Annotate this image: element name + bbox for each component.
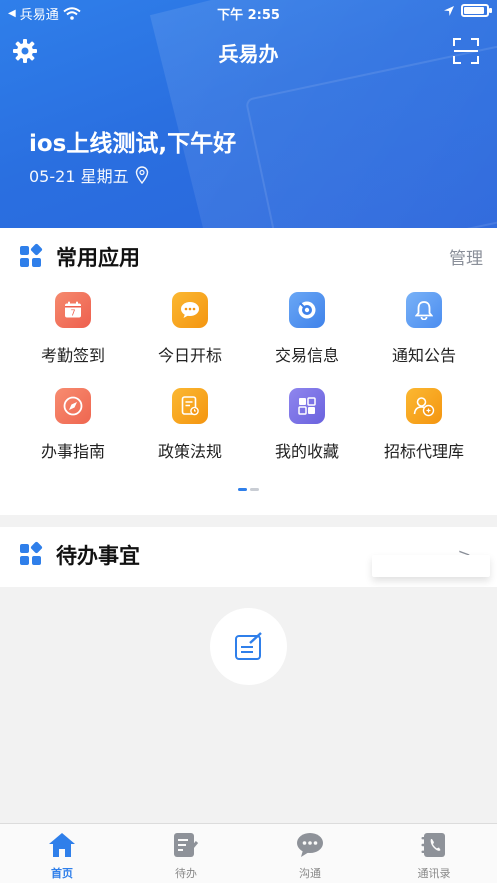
app-label: 通知公告 xyxy=(391,346,456,365)
clock: 下午 2:55 xyxy=(217,8,280,23)
message-icon xyxy=(297,833,323,857)
manage-button[interactable]: 管理 xyxy=(449,244,483,269)
svg-text:7: 7 xyxy=(70,309,75,318)
status-bar: ◀ 兵易通 下午 2:55 xyxy=(0,0,497,24)
app-attendance[interactable]: 7 考勤签到 xyxy=(18,292,128,366)
todo-header: 待办事宜 xyxy=(20,540,140,570)
tab-label: 沟通 xyxy=(299,867,321,880)
app-label: 我的收藏 xyxy=(274,442,339,461)
app-guide[interactable]: 办事指南 xyxy=(18,388,128,462)
popover-tooltip xyxy=(372,555,490,577)
app-notice[interactable]: 通知公告 xyxy=(369,292,479,366)
contacts-icon xyxy=(421,833,445,857)
edit-note-icon xyxy=(234,631,262,660)
app-label: 交易信息 xyxy=(274,346,339,365)
tab-label: 通讯录 xyxy=(417,867,451,880)
todo-title: 待办事宜 xyxy=(56,544,140,568)
page-indicator xyxy=(238,488,259,491)
todo-grid-icon xyxy=(20,541,43,566)
apps-grid-icon xyxy=(20,243,43,268)
app-label: 今日开标 xyxy=(157,346,222,365)
page-dot-active xyxy=(238,488,247,491)
app-label: 政策法规 xyxy=(157,442,222,461)
header-banner: ◀ 兵易通 下午 2:55 兵易办 ios上线测试,下午好 05-21 星期五 xyxy=(0,0,497,228)
app-policy[interactable]: 政策法规 xyxy=(135,388,245,462)
tab-home[interactable]: 首页 xyxy=(22,830,102,881)
tab-label: 待办 xyxy=(175,867,197,880)
target-icon xyxy=(289,292,325,328)
app-label: 招标代理库 xyxy=(383,442,464,461)
app-label: 考勤签到 xyxy=(40,346,105,365)
tab-contacts[interactable]: 通讯录 xyxy=(394,830,474,881)
agent-icon xyxy=(406,388,442,424)
common-apps-card: 常用应用 管理 7 考勤签到 今日开标 交易信息 通知公告 办事指南 政策法规 … xyxy=(0,228,497,515)
date-text: 05-21 星期五 xyxy=(29,167,129,186)
location-arrow-icon xyxy=(444,5,454,16)
app-favorites[interactable]: 我的收藏 xyxy=(252,388,362,462)
page-title: 兵易办 xyxy=(218,42,279,66)
page-dot xyxy=(250,488,259,491)
common-apps-title: 常用应用 xyxy=(56,246,140,270)
scan-icon[interactable] xyxy=(453,38,479,64)
tab-todo[interactable]: 待办 xyxy=(146,830,226,881)
app-trade-info[interactable]: 交易信息 xyxy=(252,292,362,366)
date-row: 05-21 星期五 xyxy=(29,163,149,187)
bell-icon xyxy=(406,292,442,328)
location-pin-icon[interactable] xyxy=(135,166,149,184)
calendar-icon: 7 xyxy=(55,292,91,328)
app-today-bid-opening[interactable]: 今日开标 xyxy=(135,292,245,366)
tab-bar: 首页 待办 沟通 通讯录 xyxy=(0,823,497,883)
app-label: 办事指南 xyxy=(40,442,105,461)
compass-icon xyxy=(55,388,91,424)
home-icon xyxy=(49,833,75,857)
tab-message[interactable]: 沟通 xyxy=(270,830,350,881)
nav-bar: 兵易办 xyxy=(0,28,497,72)
collection-icon xyxy=(289,388,325,424)
document-icon xyxy=(172,388,208,424)
todo-icon xyxy=(174,833,199,857)
common-apps-header: 常用应用 xyxy=(20,242,140,272)
empty-state xyxy=(210,608,287,685)
greeting-text: ios上线测试,下午好 xyxy=(29,131,237,157)
app-agent-library[interactable]: 招标代理库 xyxy=(369,388,479,462)
battery-level xyxy=(464,7,484,14)
tab-label: 首页 xyxy=(51,867,73,880)
chat-icon xyxy=(172,292,208,328)
battery-icon xyxy=(461,4,492,17)
